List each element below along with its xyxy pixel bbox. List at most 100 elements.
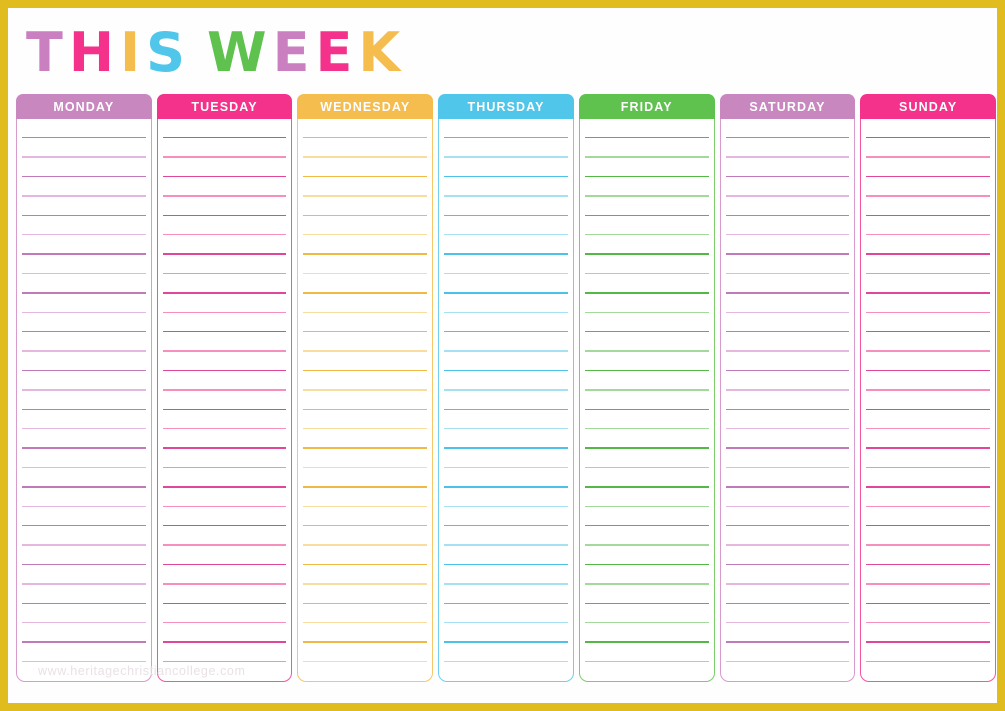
rule-line	[444, 486, 568, 488]
rule-line	[303, 505, 428, 507]
rule-line	[162, 350, 287, 352]
rule-line	[725, 622, 850, 624]
day-header-saturday[interactable]: SATURDAY	[719, 94, 856, 119]
rule-line	[303, 156, 428, 158]
title-letter-s-3: S	[146, 21, 192, 84]
rule-line	[303, 660, 428, 663]
day-notes-area-saturday[interactable]	[719, 119, 856, 682]
rule-line	[584, 311, 709, 313]
day-header-monday[interactable]: MONDAY	[16, 94, 152, 119]
rule-line	[303, 234, 428, 236]
rule-line	[22, 563, 146, 566]
rule-line	[444, 292, 568, 294]
rule-line	[22, 428, 146, 430]
day-column-thursday: THURSDAY	[438, 94, 574, 682]
rule-line	[725, 505, 850, 507]
day-column-wednesday: WEDNESDAY	[297, 94, 434, 682]
rule-line	[22, 272, 146, 275]
rule-line	[866, 466, 991, 469]
day-header-friday[interactable]: FRIDAY	[578, 94, 715, 119]
rule-line	[725, 137, 850, 139]
rule-line	[866, 544, 991, 546]
day-header-sunday[interactable]: SUNDAY	[860, 94, 997, 119]
rule-line	[725, 408, 850, 410]
rule-line	[866, 563, 991, 566]
rule-line	[303, 195, 428, 197]
rule-line	[162, 214, 287, 216]
rule-line	[584, 563, 709, 566]
rule-line	[725, 214, 850, 216]
rule-line	[303, 641, 428, 643]
day-notes-area-sunday[interactable]	[860, 119, 997, 682]
day-notes-area-tuesday[interactable]	[156, 119, 293, 682]
rule-line	[866, 195, 991, 197]
ruled-lines-thursday	[444, 119, 568, 681]
rule-line	[444, 350, 568, 352]
rule-line	[22, 350, 146, 352]
rule-line	[22, 505, 146, 507]
rule-line	[22, 622, 146, 624]
day-notes-area-monday[interactable]	[16, 119, 152, 682]
rule-line	[584, 350, 709, 352]
rule-line	[444, 195, 568, 197]
day-column-tuesday: TUESDAY	[156, 94, 293, 682]
title-letter-t-0: T	[26, 21, 69, 84]
rule-line	[725, 486, 850, 488]
rule-line	[22, 544, 146, 546]
rule-line	[725, 466, 850, 469]
rule-line	[444, 137, 568, 139]
rule-line	[725, 234, 850, 236]
rule-line	[866, 602, 991, 604]
rule-line	[584, 272, 709, 275]
rule-line	[162, 389, 287, 391]
rule-line	[303, 466, 428, 469]
rule-line	[866, 389, 991, 391]
rule-line	[162, 234, 287, 236]
rule-line	[162, 175, 287, 178]
rule-line	[584, 156, 709, 158]
rule-line	[303, 272, 428, 275]
day-header-thursday[interactable]: THURSDAY	[438, 94, 574, 119]
rule-line	[866, 175, 991, 178]
rule-line	[303, 447, 428, 449]
rule-line	[22, 641, 146, 643]
rule-line	[22, 466, 146, 469]
rule-line	[866, 408, 991, 410]
rule-line	[584, 660, 709, 663]
rule-line	[725, 602, 850, 604]
rule-line	[162, 583, 287, 585]
rule-line	[866, 505, 991, 507]
rule-line	[444, 583, 568, 585]
rule-line	[22, 292, 146, 294]
rule-line	[584, 292, 709, 294]
rule-line	[22, 389, 146, 391]
rule-line	[444, 175, 568, 178]
rule-line	[866, 311, 991, 313]
rule-line	[725, 253, 850, 255]
rule-line	[866, 525, 991, 527]
rule-line	[584, 253, 709, 255]
rule-line	[725, 350, 850, 352]
rule-line	[866, 272, 991, 275]
rule-line	[866, 369, 991, 372]
day-notes-area-wednesday[interactable]	[297, 119, 434, 682]
rule-line	[162, 369, 287, 372]
title-letter-k-8: K	[358, 21, 407, 84]
rule-line	[22, 602, 146, 604]
rule-line	[22, 660, 146, 663]
rule-line	[866, 292, 991, 294]
rule-line	[162, 447, 287, 449]
rule-line	[866, 660, 991, 663]
rule-line	[725, 525, 850, 527]
rule-line	[584, 175, 709, 178]
day-notes-area-thursday[interactable]	[438, 119, 574, 682]
day-notes-area-friday[interactable]	[578, 119, 715, 682]
rule-line	[162, 602, 287, 604]
day-header-wednesday[interactable]: WEDNESDAY	[297, 94, 434, 119]
rule-line	[584, 583, 709, 585]
rule-line	[22, 195, 146, 197]
rule-line	[303, 331, 428, 333]
rule-line	[866, 350, 991, 352]
rule-line	[444, 622, 568, 624]
day-header-tuesday[interactable]: TUESDAY	[156, 94, 293, 119]
